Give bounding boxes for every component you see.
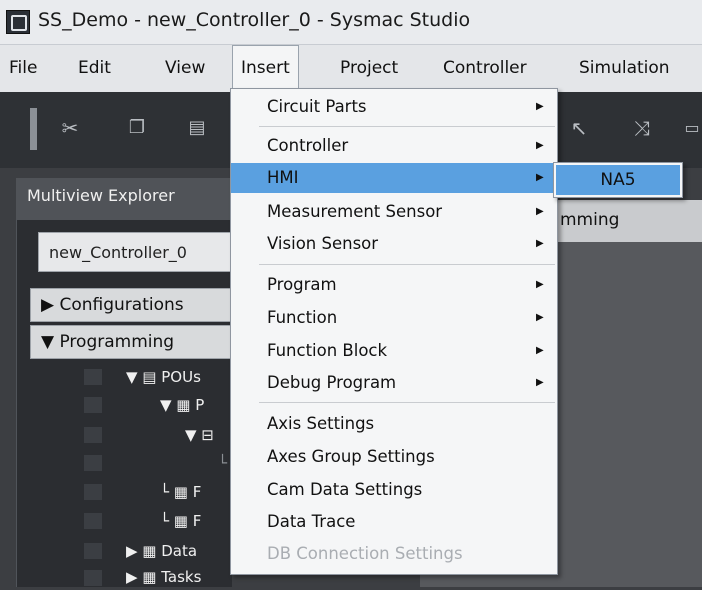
submenu-arrow-icon: ▶ [536, 101, 544, 112]
watch-icon[interactable]: ▭ [680, 116, 702, 140]
pointer-tool-icon[interactable]: ↖ [567, 116, 591, 140]
explorer-title: Multiview Explorer [27, 186, 175, 205]
submenu-arrow-icon: ▶ [536, 206, 544, 217]
submenu-arrow-icon: ▶ [536, 172, 544, 183]
menu-item-measurement-sensor[interactable]: Measurement Sensor ▶ [231, 197, 557, 227]
submenu-arrow-icon: ▶ [536, 377, 544, 388]
menu-item-function[interactable]: Function ▶ [231, 303, 557, 333]
tree-item-pous[interactable]: ▼ ▤ POUs [126, 364, 201, 390]
tree-item-tasks[interactable]: ▶ ▦ Tasks [126, 564, 201, 590]
tree-item-function-blocks[interactable]: └ ▦ F [160, 508, 201, 534]
insert-menu: Circuit Parts ▶ Controller ▶ HMI ▶ Measurem… [230, 88, 558, 575]
controller-selector-value: new_Controller_0 [49, 243, 187, 262]
menu-edit[interactable]: Edit [78, 45, 111, 92]
hmi-submenu: NA5 [553, 162, 683, 198]
section-programming[interactable]: ▼ Programming [30, 325, 240, 359]
tree-checkbox[interactable] [84, 570, 102, 586]
submenu-arrow-icon: ▶ [536, 140, 544, 151]
menu-separator [259, 126, 555, 127]
submenu-arrow-icon: ▶ [536, 345, 544, 356]
tree-checkbox[interactable] [84, 543, 102, 559]
menu-item-controller[interactable]: Controller ▶ [231, 131, 557, 161]
copy-icon[interactable]: ❐ [125, 116, 149, 140]
tree-item-functions[interactable]: └ ▦ F [160, 479, 201, 505]
menu-item-function-block[interactable]: Function Block ▶ [231, 336, 557, 366]
menu-separator [259, 264, 555, 265]
menu-bar: File Edit View Insert Project Controller… [0, 45, 702, 93]
tree-item-programs[interactable]: ▼ ▦ P [160, 392, 204, 418]
menu-view[interactable]: View [165, 45, 205, 92]
tree-checkbox[interactable] [84, 455, 102, 471]
menu-project[interactable]: Project [340, 45, 398, 92]
tree-checkbox[interactable] [84, 427, 102, 443]
submenu-item-na5[interactable]: NA5 [556, 165, 680, 195]
menu-item-data-trace[interactable]: Data Trace [231, 507, 557, 537]
submenu-arrow-icon: ▶ [536, 238, 544, 249]
paste-icon[interactable]: ▤ [185, 116, 209, 140]
menu-item-debug-program[interactable]: Debug Program ▶ [231, 368, 557, 398]
cut-icon[interactable]: ✂ [58, 116, 82, 140]
submenu-arrow-icon: ▶ [536, 279, 544, 290]
menu-separator [259, 402, 555, 403]
menu-item-program[interactable]: Program ▶ [231, 270, 557, 300]
menu-item-hmi[interactable]: HMI ▶ [231, 163, 557, 193]
sysmac-app-icon [6, 10, 30, 34]
menu-item-db-connection-settings: DB Connection Settings [267, 544, 463, 563]
menu-item-cam-data-settings[interactable]: Cam Data Settings [231, 475, 557, 505]
menu-file[interactable]: File [9, 45, 37, 92]
tree-item-section[interactable]: └ [218, 450, 227, 476]
tree-checkbox[interactable] [84, 484, 102, 500]
tree-item-program[interactable]: ▼ ⊟ [185, 422, 214, 448]
section-configurations[interactable]: ▶ Configurations [30, 288, 240, 322]
submenu-arrow-icon: ▶ [536, 312, 544, 323]
toolbar-grip [30, 108, 37, 150]
cross-reference-icon[interactable]: ⤨ [630, 116, 654, 140]
editor-pane-title: mming [560, 210, 620, 230]
tree-item-data[interactable]: ▶ ▦ Data [126, 538, 197, 564]
menu-item-circuit-parts[interactable]: Circuit Parts ▶ [231, 92, 557, 122]
menu-insert[interactable]: Insert [232, 45, 299, 92]
menu-controller[interactable]: Controller [443, 45, 527, 92]
menu-item-axes-group-settings[interactable]: Axes Group Settings [231, 442, 557, 472]
window-title: SS_Demo - new_Controller_0 - Sysmac Stud… [38, 9, 471, 31]
menu-item-axis-settings[interactable]: Axis Settings [231, 409, 557, 439]
tree-checkbox[interactable] [84, 369, 102, 385]
menu-item-vision-sensor[interactable]: Vision Sensor ▶ [231, 229, 557, 259]
menu-simulation[interactable]: Simulation [579, 45, 670, 92]
tree-checkbox[interactable] [84, 397, 102, 413]
tree-checkbox[interactable] [84, 513, 102, 529]
